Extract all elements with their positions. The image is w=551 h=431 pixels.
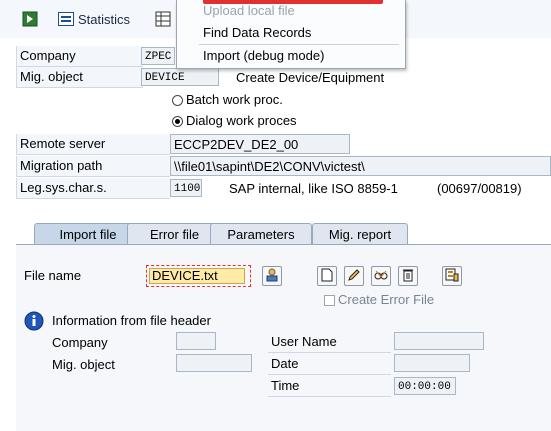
browse-file-button[interactable]: [262, 266, 282, 286]
header-mig-object-label: Mig. object: [52, 357, 115, 372]
user-folder-icon: [265, 268, 279, 285]
remote-server-field[interactable]: ECCP2DEV_DE2_00: [170, 134, 350, 154]
table-view-button[interactable]: [155, 8, 171, 30]
import-file-panel: File name DEVICE.txt Create Error File I…: [16, 244, 551, 431]
delete-file-button[interactable]: [398, 266, 418, 286]
create-error-file-label: Create Error File: [338, 292, 435, 307]
trash-icon: [402, 268, 414, 285]
legsys-description: SAP internal, like ISO 8859-1: [229, 181, 398, 196]
dialog-radio-indicator[interactable]: [172, 116, 183, 128]
time-field[interactable]: 00:00:00: [394, 377, 456, 395]
tab-import-file[interactable]: Import file: [34, 223, 142, 244]
user-name-label: User Name: [268, 332, 391, 353]
menu-item-upload-local-file[interactable]: Upload local file: [177, 0, 405, 22]
statistics-icon: [58, 11, 74, 27]
info-header: Information from file header: [52, 313, 211, 328]
batch-work-radio[interactable]: Batch work proc.: [172, 91, 283, 109]
legsys-code: (00697/00819): [437, 181, 522, 196]
header-company-label: Company: [52, 335, 108, 350]
context-menu: Upload local file Find Data Records Impo…: [176, 0, 406, 69]
grid-settings-icon: [445, 268, 459, 285]
tab-error-file[interactable]: Error file: [127, 223, 222, 244]
mig-object-description: Create Device/Equipment: [236, 70, 385, 85]
date-label: Date: [268, 354, 391, 375]
file-name-input[interactable]: DEVICE.txt: [149, 268, 245, 284]
legsys-field[interactable]: 1100: [170, 179, 202, 197]
display-file-button[interactable]: [371, 266, 391, 286]
remote-server-label: Remote server: [16, 134, 170, 155]
menu-item-find-data-records[interactable]: Find Data Records: [177, 22, 405, 44]
menu-item-import-debug-mode[interactable]: Import (debug mode): [177, 45, 405, 67]
info-icon: [24, 311, 44, 331]
time-label: Time: [268, 376, 391, 397]
legsys-label: Leg.sys.char.s.: [16, 178, 170, 199]
batch-radio-indicator[interactable]: [172, 95, 183, 107]
dialog-work-label: Dialog work proces: [186, 113, 297, 128]
table-icon: [155, 11, 171, 27]
edit-file-button[interactable]: [344, 266, 364, 286]
mig-object-label: Mig. object: [16, 67, 143, 88]
file-name-label: File name: [24, 268, 82, 283]
statistics-label: Statistics: [78, 11, 131, 27]
execute-icon: [22, 11, 38, 27]
pencil-icon: [347, 268, 361, 285]
batch-work-label: Batch work proc.: [186, 92, 283, 107]
file-name-focus-frame: DEVICE.txt: [146, 265, 251, 287]
glasses-icon: [374, 268, 388, 285]
migration-path-field[interactable]: \\file01\sapint\DE2\CONV\victest\: [170, 156, 551, 176]
dialog-work-radio[interactable]: Dialog work proces: [172, 112, 297, 130]
document-icon: [321, 268, 333, 285]
tab-mig-report[interactable]: Mig. report: [312, 223, 408, 244]
header-mig-object-field[interactable]: [176, 354, 252, 372]
statistics-button[interactable]: Statistics: [58, 8, 130, 30]
execute-button[interactable]: [22, 8, 38, 30]
create-error-file-checkbox[interactable]: Create Error File: [324, 291, 434, 309]
new-file-button[interactable]: [317, 266, 337, 286]
company-field[interactable]: ZPEC: [141, 47, 175, 65]
header-company-field[interactable]: [176, 332, 216, 350]
user-name-field[interactable]: [394, 332, 484, 350]
tab-parameters[interactable]: Parameters: [210, 223, 312, 244]
file-properties-button[interactable]: [442, 266, 462, 286]
company-label: Company: [16, 46, 143, 67]
create-error-file-box[interactable]: [324, 295, 335, 307]
migration-path-label: Migration path: [16, 156, 170, 177]
date-field[interactable]: [394, 354, 470, 372]
mig-object-field[interactable]: DEVICE: [141, 68, 219, 86]
tab-strip: Import file Error file Parameters Mig. r…: [16, 223, 551, 245]
